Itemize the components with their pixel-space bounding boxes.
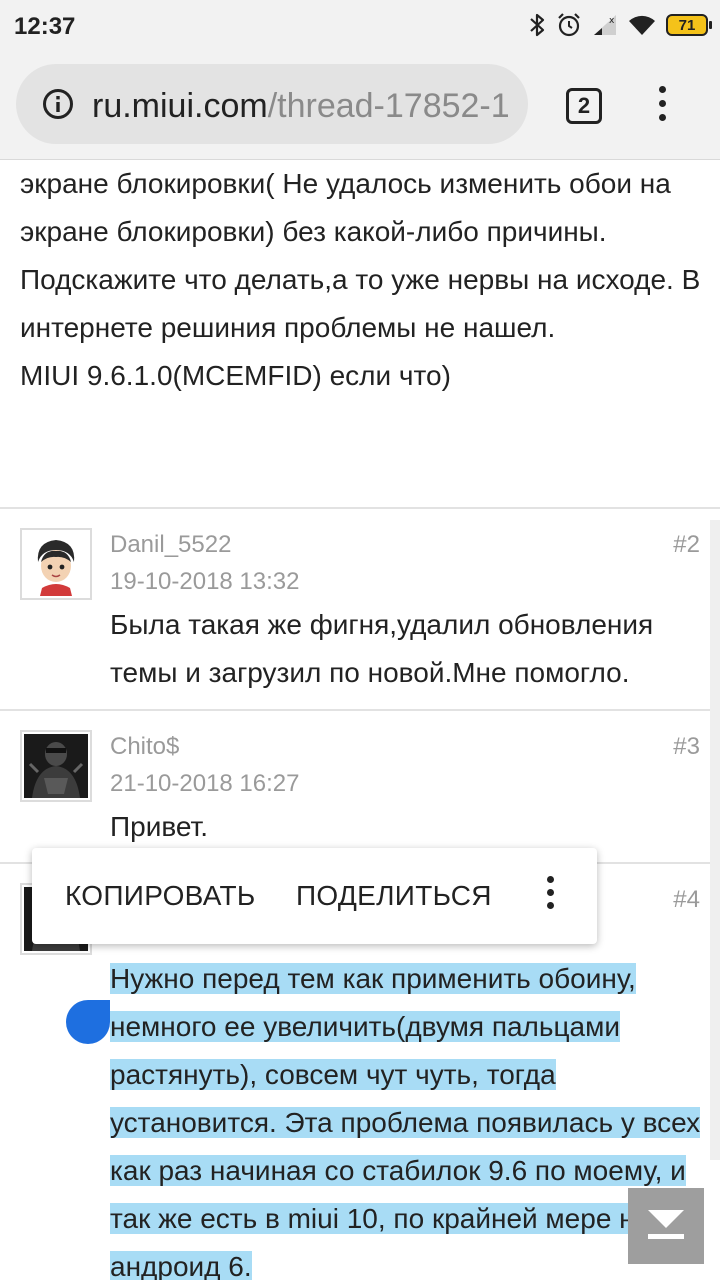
post-number[interactable]: #4 — [673, 886, 700, 914]
post-author[interactable]: Chito$ — [110, 733, 179, 761]
info-icon[interactable] — [42, 88, 74, 120]
svg-text:x: x — [609, 16, 615, 26]
text-selection-menu: КОПИРОВАТЬ ПОДЕЛИТЬСЯ — [32, 848, 597, 944]
post-2: Danil_5522 #2 19-10-2018 13:32 Была така… — [0, 507, 720, 710]
post-number[interactable]: #2 — [673, 531, 700, 559]
battery-icon: 71 — [666, 14, 712, 36]
post-author[interactable]: Danil_5522 — [110, 531, 231, 559]
avatar[interactable] — [20, 528, 92, 600]
op-paragraph: Подскажите что делать,а то уже нервы на … — [20, 264, 701, 343]
status-time: 12:37 — [14, 13, 76, 40]
selected-post-text[interactable]: Нужно перед тем как применить обоину, не… — [110, 955, 710, 1280]
browser-toolbar: ru.miui.com/thread-17852-1 2 — [0, 52, 720, 160]
more-vert-icon[interactable] — [650, 86, 674, 126]
battery-level: 71 — [678, 17, 696, 34]
post-3: Chito$ #3 21-10-2018 16:27 Привет. — [0, 709, 720, 864]
bluetooth-icon — [528, 12, 546, 38]
first-post-text: экране блокировки( Не удалось изменить о… — [20, 160, 710, 400]
page-scrollbar[interactable] — [710, 520, 720, 1160]
page-content: экране блокировки( Не удалось изменить о… — [0, 160, 720, 1280]
share-button[interactable]: ПОДЕЛИТЬСЯ — [296, 880, 492, 912]
url-path: /thread-17852-1 — [267, 87, 510, 125]
wifi-icon — [628, 13, 656, 37]
signal-icon: x — [592, 13, 618, 37]
scroll-down-button[interactable] — [628, 1188, 704, 1264]
selection-handle[interactable] — [66, 1000, 110, 1044]
alarm-icon — [556, 12, 582, 38]
avatar[interactable] — [20, 730, 92, 802]
more-options-icon[interactable] — [538, 876, 562, 916]
post-date: 21-10-2018 16:27 — [110, 770, 300, 797]
status-bar: 12:37 x 71 — [0, 0, 720, 52]
url-text[interactable]: ru.miui.com/thread-17852-1 — [92, 84, 512, 128]
status-icons: x 71 — [528, 10, 712, 40]
url-host: ru.miui.com — [92, 87, 268, 125]
op-paragraph: экране блокировки( Не удалось изменить о… — [20, 168, 671, 247]
tab-switcher-button[interactable]: 2 — [566, 88, 602, 124]
copy-button[interactable]: КОПИРОВАТЬ — [65, 880, 256, 912]
op-paragraph: MIUI 9.6.1.0(MCEMFID) если что) — [20, 360, 451, 391]
selection-highlight[interactable]: Нужно перед тем как применить обоину, не… — [110, 963, 701, 1280]
scroll-down-icon — [648, 1210, 684, 1239]
post-number[interactable]: #3 — [673, 733, 700, 761]
post-date: 19-10-2018 13:32 — [110, 568, 300, 595]
post-text: Привет. — [110, 811, 209, 842]
post-text: Была такая же фигня,удалил обновления те… — [110, 609, 654, 688]
